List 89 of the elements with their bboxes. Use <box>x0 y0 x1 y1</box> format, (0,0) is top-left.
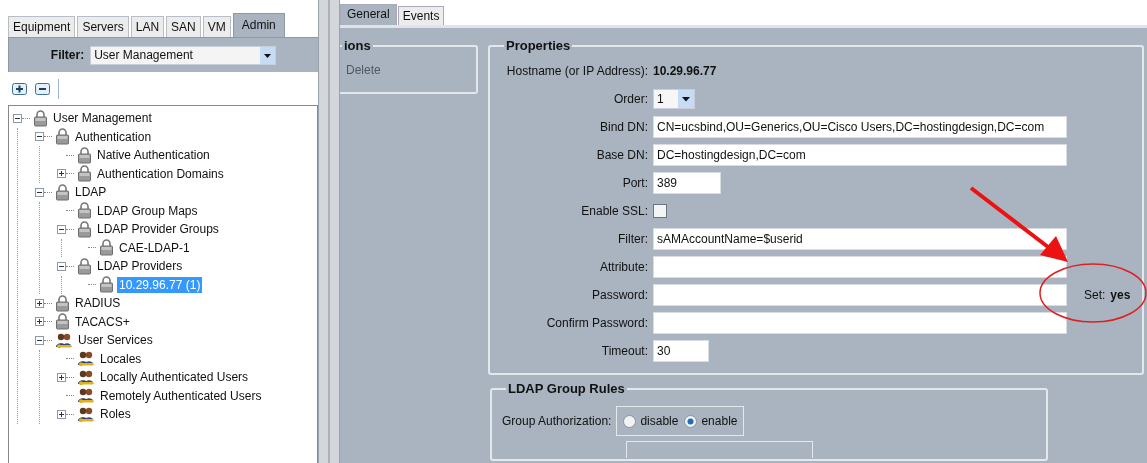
input-field[interactable]: sAMAccountName=$userid <box>653 228 1067 250</box>
radio-button[interactable] <box>684 414 698 428</box>
lock-icon <box>77 146 92 164</box>
radio-label: disable <box>640 414 679 428</box>
tree-item[interactable]: RADIUS <box>73 295 123 312</box>
expand-toggle-icon[interactable] <box>57 409 66 419</box>
tree-item[interactable]: User Services <box>76 332 155 349</box>
field-label: Filter: <box>617 232 648 246</box>
nav-tab[interactable]: VM <box>202 16 231 37</box>
field-label: Password: <box>590 288 648 302</box>
collapse-toggle-icon[interactable] <box>35 335 44 345</box>
filter-dropdown[interactable]: User Management <box>90 45 277 65</box>
tree-item[interactable]: LDAP Providers <box>95 258 185 275</box>
users-icon <box>77 387 95 405</box>
nav-tab[interactable]: Equipment <box>8 16 76 37</box>
collapse-toggle-icon[interactable] <box>57 261 66 271</box>
input-field[interactable] <box>653 284 1067 306</box>
filter-label: Filter: <box>50 48 85 62</box>
users-icon <box>77 350 95 368</box>
lock-icon <box>99 239 114 257</box>
tree-item[interactable]: User Management <box>51 110 154 127</box>
hostname-value: 10.29.96.77 <box>653 64 717 78</box>
field-label: Attribute: <box>598 260 648 274</box>
tree-item[interactable]: Locales <box>98 350 144 367</box>
lock-icon <box>77 257 92 275</box>
expand-toggle-icon[interactable] <box>35 298 44 308</box>
lock-icon <box>99 276 114 294</box>
input-field[interactable]: CN=ucsbind,OU=Generics,OU=Cisco Users,DC=hostingdesign,DC=com <box>653 116 1067 138</box>
input-field[interactable]: 389 <box>653 172 721 194</box>
users-icon <box>77 368 95 386</box>
field-label: Group Authorization: <box>502 414 612 428</box>
lock-icon <box>55 128 70 146</box>
lock-icon <box>77 165 92 183</box>
tree-item[interactable]: LDAP Group Maps <box>95 202 200 219</box>
users-icon <box>77 405 95 423</box>
collapse-toggle-icon[interactable] <box>35 187 44 197</box>
input-field[interactable]: DC=hostingdesign,DC=com <box>653 144 1067 166</box>
expand-toggle-icon[interactable] <box>35 317 44 327</box>
nav-tab[interactable]: SAN <box>166 16 201 37</box>
detail-tab[interactable]: General <box>340 4 397 25</box>
collapse-toggle-icon[interactable] <box>35 132 44 142</box>
lock-icon <box>33 109 48 127</box>
tree-item[interactable]: LDAP Provider Groups <box>95 221 221 238</box>
lock-icon <box>77 202 92 220</box>
tree-item[interactable]: Roles <box>98 406 133 423</box>
tree-item[interactable]: CAE-LDAP-1 <box>117 239 192 256</box>
checkbox[interactable] <box>653 204 667 218</box>
tree-item[interactable]: TACACS+ <box>73 313 132 330</box>
field-label: Port: <box>621 176 648 190</box>
field-label: Order: <box>613 92 648 106</box>
nav-tab[interactable]: Servers <box>77 16 129 37</box>
tree-item[interactable]: Locally Authenticated Users <box>98 369 251 386</box>
group-title: Properties <box>505 38 572 53</box>
tree-item[interactable]: Native Authentication <box>95 147 212 164</box>
tree-item[interactable]: Authentication Domains <box>95 165 226 182</box>
expand-toggle-icon[interactable] <box>57 169 66 179</box>
set-label: Set: <box>1084 288 1106 302</box>
collapse-toggle-icon[interactable] <box>13 113 22 123</box>
lock-icon <box>55 183 70 201</box>
expand-toggle-icon[interactable] <box>57 372 66 382</box>
field-label: Bind DN: <box>598 120 648 134</box>
detail-tab[interactable]: Events <box>397 6 445 25</box>
field-label: Base DN: <box>595 148 648 162</box>
input-field[interactable] <box>653 256 1067 278</box>
users-icon <box>55 331 73 349</box>
field-label: Enable SSL: <box>580 204 648 218</box>
lock-icon <box>55 313 70 331</box>
radio-label: enable <box>701 414 738 428</box>
field-label: Confirm Password: <box>545 316 648 330</box>
dropdown-caret-icon <box>678 90 694 108</box>
set-value: yes <box>1110 288 1131 302</box>
collapse-all-icon[interactable] <box>35 82 50 95</box>
lock-icon <box>77 220 92 238</box>
input-field[interactable] <box>653 312 1067 334</box>
collapse-toggle-icon[interactable] <box>57 224 66 234</box>
radio-button[interactable] <box>623 414 637 428</box>
tree-item[interactable]: Remotely Authenticated Users <box>98 387 264 404</box>
group-title: LDAP Group Rules <box>507 381 626 396</box>
expand-all-icon[interactable] <box>12 82 27 95</box>
field-label: Hostname (or IP Address): <box>505 64 648 78</box>
group-title: ions <box>343 38 372 53</box>
input-field[interactable]: 30 <box>653 340 709 362</box>
nav-tab[interactable]: Admin <box>232 13 285 37</box>
nav-tab[interactable]: LAN <box>130 16 165 37</box>
order-dropdown[interactable]: 1 <box>653 89 695 109</box>
dropdown-caret-icon <box>260 46 276 64</box>
tree-item[interactable]: LDAP <box>73 184 109 201</box>
field-label: Timeout: <box>600 344 648 358</box>
tree-item[interactable]: Authentication <box>73 128 154 145</box>
